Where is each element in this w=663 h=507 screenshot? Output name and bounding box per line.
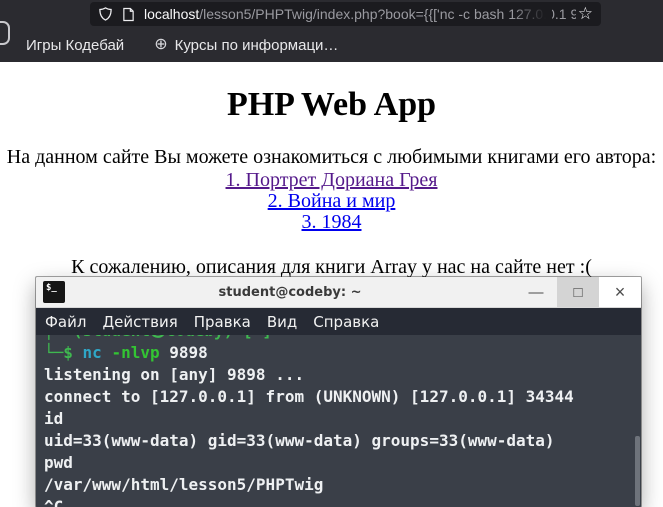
terminal-menubar: Файл Действия Правка Вид Справка (36, 308, 641, 335)
url-bar[interactable]: localhost/lesson5/PHPTwig/index.php?book… (90, 2, 601, 26)
browser-toolbar: localhost/lesson5/PHPTwig/index.php?book… (0, 0, 663, 45)
terminal-text-segment: pwd (44, 453, 73, 472)
terminal-menu-item[interactable]: Действия (102, 313, 177, 331)
terminal-line: listening on [any] 9898 ... (44, 364, 641, 386)
terminal-text-segment: id (44, 409, 64, 428)
terminal-window: $_ student@codeby: ~ — □ × Файл Действия П… (36, 277, 641, 507)
terminal-text-segment: 9898 (169, 343, 208, 362)
terminal-line: pwd (44, 452, 641, 474)
url-text[interactable]: localhost/lesson5/PHPTwig/index.php?book… (144, 6, 576, 22)
terminal-text-segment: ┌──(student㉿codeby)-[~] (44, 335, 272, 340)
terminal-line: id (44, 408, 641, 430)
terminal-scrollbar-thumb[interactable] (635, 436, 640, 506)
close-button[interactable]: × (599, 277, 641, 307)
book-link[interactable]: 1. Портрет Дориана Грея (0, 170, 663, 191)
bookmark-item[interactable]: ⊕ Курсы по информаци… (154, 37, 338, 54)
maximize-button[interactable]: □ (557, 277, 599, 307)
terminal-text-segment: ^C (44, 497, 64, 507)
url-host: localhost (144, 6, 200, 22)
bookmark-label: Курсы по информаци… (174, 36, 339, 54)
terminal-text-segment: /var/www/html/lesson5/PHPTwig (44, 475, 324, 494)
terminal-menu-item[interactable]: Справка (313, 313, 379, 331)
bookmark-label: Игры Кодебай (26, 36, 125, 54)
terminal-text-segment: -nlvp (111, 343, 170, 362)
terminal-text-segment: listening on [any] 9898 ... (44, 365, 305, 384)
intro-text: На данном сайте Вы можете ознакомиться с… (6, 146, 657, 168)
terminal-app-icon: $_ (43, 281, 65, 303)
shield-icon[interactable] (98, 6, 113, 22)
terminal-line: /var/www/html/lesson5/PHPTwig (44, 474, 641, 496)
globe-icon: ⊕ (154, 36, 168, 53)
url-path: /lesson5/PHPTwig/index.php?book={{['nc -… (199, 6, 576, 22)
terminal-menu-item[interactable]: Файл (45, 313, 86, 331)
page-title: PHP Web App (226, 86, 437, 123)
terminal-title: student@codeby: ~ (218, 284, 362, 300)
page-info-icon[interactable] (122, 7, 135, 22)
bookmarks-bar: Игры Кодебай ⊕ Курсы по информаци… (0, 28, 663, 62)
book-link[interactable]: 3. 1984 (0, 212, 663, 233)
bookmark-star-icon[interactable]: ☆ (578, 2, 593, 26)
terminal-text-segment: └─$ (44, 343, 83, 362)
minimize-button[interactable]: — (515, 277, 557, 307)
book-links: 1. Портрет Дориана Грея 2. Война и мир 3. … (0, 170, 663, 233)
no-description-message: К сожалению, описания для книги Array у … (71, 256, 592, 278)
terminal-output[interactable]: ┌──(student㉿codeby)-[~] └─$ nc -nlvp 9898… (36, 335, 641, 507)
terminal-text-segment: nc (82, 343, 112, 362)
cutoff-toolbar-icon (0, 21, 10, 45)
terminal-menu-item[interactable]: Правка (194, 313, 251, 331)
terminal-line: connect to [127.0.0.1] from (UNKNOWN) [1… (44, 386, 641, 408)
terminal-line: ^C (44, 496, 641, 507)
book-link[interactable]: 2. Война и мир (0, 191, 663, 212)
terminal-text-segment: connect to [127.0.0.1] from (UNKNOWN) [1… (44, 387, 574, 406)
bookmark-item[interactable]: Игры Кодебай (26, 37, 124, 54)
terminal-menu-item[interactable]: Вид (267, 313, 297, 331)
terminal-line: uid=33(www-data) gid=33(www-data) groups… (44, 430, 641, 452)
terminal-text-segment: uid=33(www-data) gid=33(www-data) groups… (44, 431, 555, 450)
terminal-line: └─$ nc -nlvp 9898 (44, 342, 641, 364)
terminal-line: ┌──(student㉿codeby)-[~] (44, 335, 641, 342)
terminal-titlebar[interactable]: $_ student@codeby: ~ — □ × (36, 277, 641, 308)
